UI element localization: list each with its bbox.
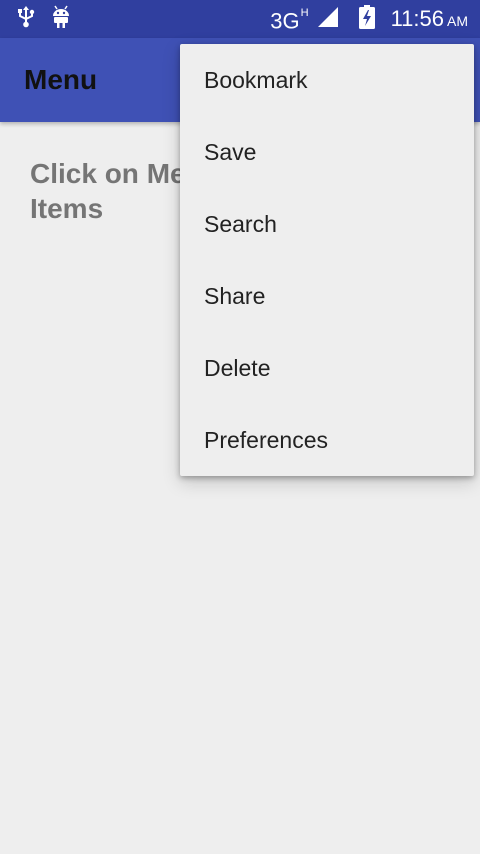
clock-time: 11:56 xyxy=(390,6,444,31)
android-debug-icon xyxy=(50,4,72,35)
battery-charging-icon xyxy=(358,4,375,34)
menu-item-preferences[interactable]: Preferences xyxy=(180,404,474,476)
status-right-icons: 3GH 11:56 AM xyxy=(270,0,468,38)
signal-icon xyxy=(317,6,339,33)
usb-icon xyxy=(16,5,36,34)
network-type: 3GH xyxy=(270,6,309,34)
menu-item-search[interactable]: Search xyxy=(180,188,474,260)
network-type-sup: H xyxy=(300,6,309,19)
menu-item-delete[interactable]: Delete xyxy=(180,332,474,404)
menu-item-share[interactable]: Share xyxy=(180,260,474,332)
menu-item-save[interactable]: Save xyxy=(180,116,474,188)
status-left-icons xyxy=(16,4,72,35)
overflow-popup-menu: Bookmark Save Search Share Delete Prefer… xyxy=(180,44,474,476)
clock-ampm: AM xyxy=(447,13,468,29)
menu-item-bookmark[interactable]: Bookmark xyxy=(180,44,474,116)
status-bar: 3GH 11:56 AM xyxy=(0,0,480,38)
app-title: Menu xyxy=(24,64,98,95)
clock: 11:56 AM xyxy=(391,6,468,32)
